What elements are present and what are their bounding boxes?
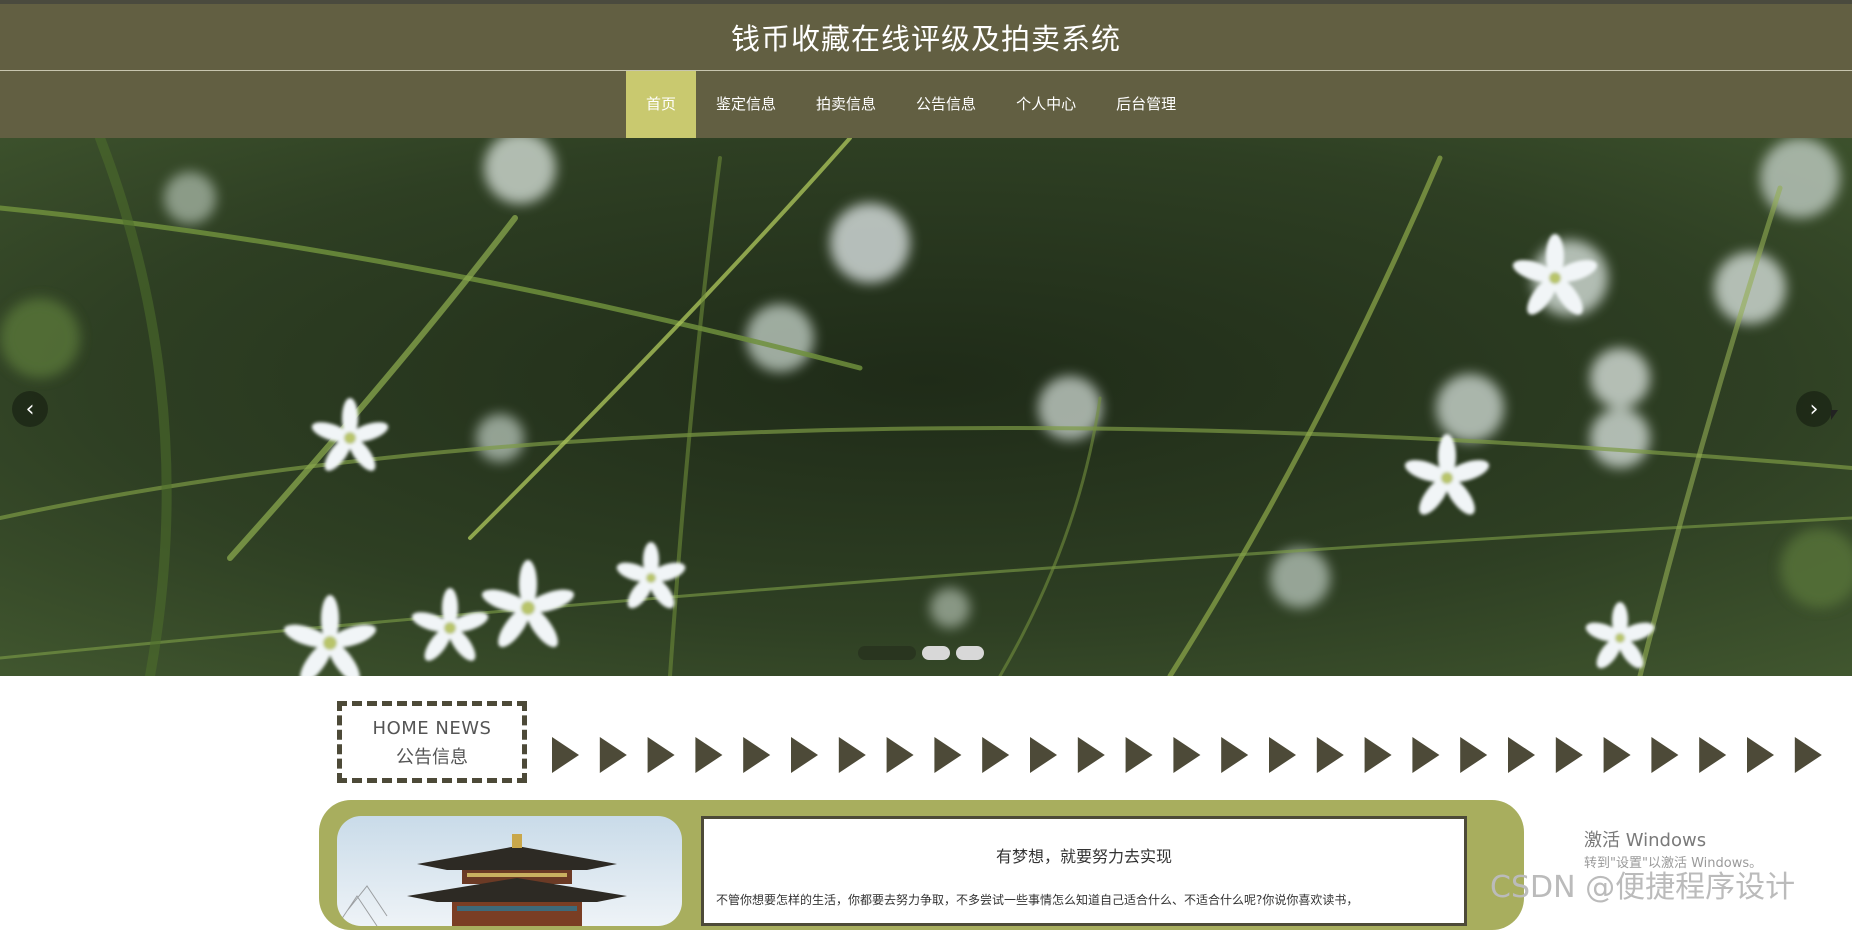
triangle-mark (1125, 737, 1153, 773)
triangle-mark (934, 737, 962, 773)
csdn-watermark: CSDN @便捷程序设计 (1490, 870, 1796, 905)
triangle-mark (1173, 737, 1201, 773)
mouse-cursor-icon (1831, 410, 1838, 420)
triangle-mark (552, 737, 579, 773)
triangle-mark (1794, 737, 1822, 773)
nav-item-home[interactable]: 首页 (626, 71, 697, 138)
chevron-left-icon: ‹ (25, 396, 35, 422)
triangle-mark (886, 737, 914, 773)
triangle-mark (1364, 737, 1392, 773)
nav-item-admin[interactable]: 后台管理 (1096, 71, 1196, 138)
pagoda-image (337, 816, 682, 926)
nav-items: 首页 鉴定信息 拍卖信息 公告信息 个人中心 后台管理 (626, 71, 1196, 138)
triangle-mark (1555, 737, 1583, 773)
news-label-cn: 公告信息 (396, 747, 468, 768)
news-section-label: HOME NEWS 公告信息 (337, 701, 527, 783)
triangle-divider (552, 736, 1852, 774)
news-card-excerpt: 不管你想要怎样的生活，你都要去努力争取，不多尝试一些事情怎么知道自己适合什么、不… (716, 893, 1359, 907)
triangle-mark (647, 737, 675, 773)
news-card-image[interactable] (337, 816, 682, 926)
triangle-mark (838, 737, 866, 773)
triangle-mark (1508, 737, 1535, 773)
triangle-mark (982, 737, 1010, 773)
triangle-mark (695, 737, 723, 773)
carousel-dot-1[interactable] (858, 646, 916, 660)
news-label-en: HOME NEWS (372, 718, 492, 739)
chevron-right-icon: › (1809, 396, 1819, 422)
carousel-dot-3[interactable] (956, 646, 984, 660)
triangle-mark (1651, 737, 1679, 773)
triangle-mark (1412, 737, 1440, 773)
carousel-prev-button[interactable]: ‹ (12, 391, 48, 427)
triangle-mark (1221, 737, 1249, 773)
nav-item-profile[interactable]: 个人中心 (996, 71, 1096, 138)
site-title: 钱币收藏在线评级及拍卖系统 (730, 22, 1121, 56)
news-card-title[interactable]: 有梦想，就要努力去实现 (704, 843, 1464, 867)
triangle-mark (1747, 737, 1774, 773)
triangle-mark (599, 737, 627, 773)
site-header: 钱币收藏在线评级及拍卖系统 (0, 4, 1852, 70)
triangle-mark (791, 737, 818, 773)
nav-item-appraisal[interactable]: 鉴定信息 (696, 71, 796, 138)
triangle-mark (1603, 737, 1631, 773)
hero-carousel (0, 138, 1852, 676)
carousel-dot-2[interactable] (922, 646, 950, 660)
triangle-row-icon (552, 737, 1822, 773)
triangle-mark (1077, 737, 1105, 773)
triangle-mark (1269, 737, 1296, 773)
triangle-mark (743, 737, 771, 773)
carousel-indicators (858, 646, 984, 660)
triangle-mark (1030, 737, 1057, 773)
nav-item-auction[interactable]: 拍卖信息 (796, 71, 896, 138)
main-nav: 首页 鉴定信息 拍卖信息 公告信息 个人中心 后台管理 (0, 71, 1852, 138)
triangle-mark (1460, 737, 1488, 773)
carousel-image-flowers (0, 138, 1852, 676)
news-card-text[interactable]: 有梦想，就要努力去实现 不管你想要怎样的生活，你都要去努力争取，不多尝试一些事情… (701, 816, 1467, 926)
triangle-mark (1316, 737, 1344, 773)
nav-item-announcements[interactable]: 公告信息 (896, 71, 996, 138)
carousel-next-button[interactable]: › (1796, 391, 1832, 427)
triangle-mark (1699, 737, 1727, 773)
windows-activation-watermark: 激活 Windows (1584, 830, 1707, 851)
